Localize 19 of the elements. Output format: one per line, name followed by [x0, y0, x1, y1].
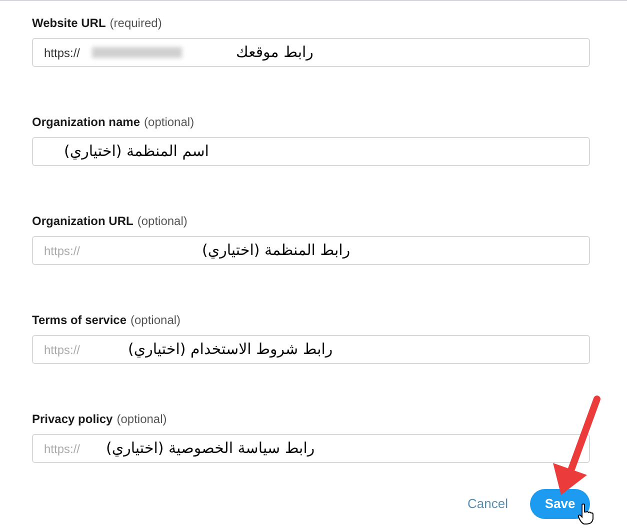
field-hint: (required) [110, 15, 162, 32]
field-hint: (optional) [144, 114, 194, 131]
annotation-text: رابط شروط الاستخدام (اختياري) [128, 339, 333, 360]
pointer-hand-icon [577, 503, 594, 525]
annotation-text: رابط سياسة الخصوصية (اختياري) [106, 438, 315, 459]
field-label: Terms of service [32, 312, 126, 329]
field-label: Organization name [32, 114, 140, 131]
input-field[interactable] [32, 137, 590, 166]
annotation-text: رابط موقعك [236, 42, 314, 63]
annotation-text: رابط المنظمة (اختياري) [202, 240, 350, 261]
field-label: Privacy policy [32, 411, 113, 428]
annotation-text: اسم المنظمة (اختياري) [64, 141, 209, 162]
cancel-link[interactable]: Cancel [468, 494, 508, 514]
field-label: Website URL [32, 15, 106, 32]
field-hint: (optional) [130, 312, 181, 329]
field-hint: (optional) [137, 213, 188, 230]
field-hint: (optional) [116, 411, 167, 428]
field-label: Organization URL [32, 213, 134, 230]
save-button[interactable]: Save [530, 489, 590, 519]
